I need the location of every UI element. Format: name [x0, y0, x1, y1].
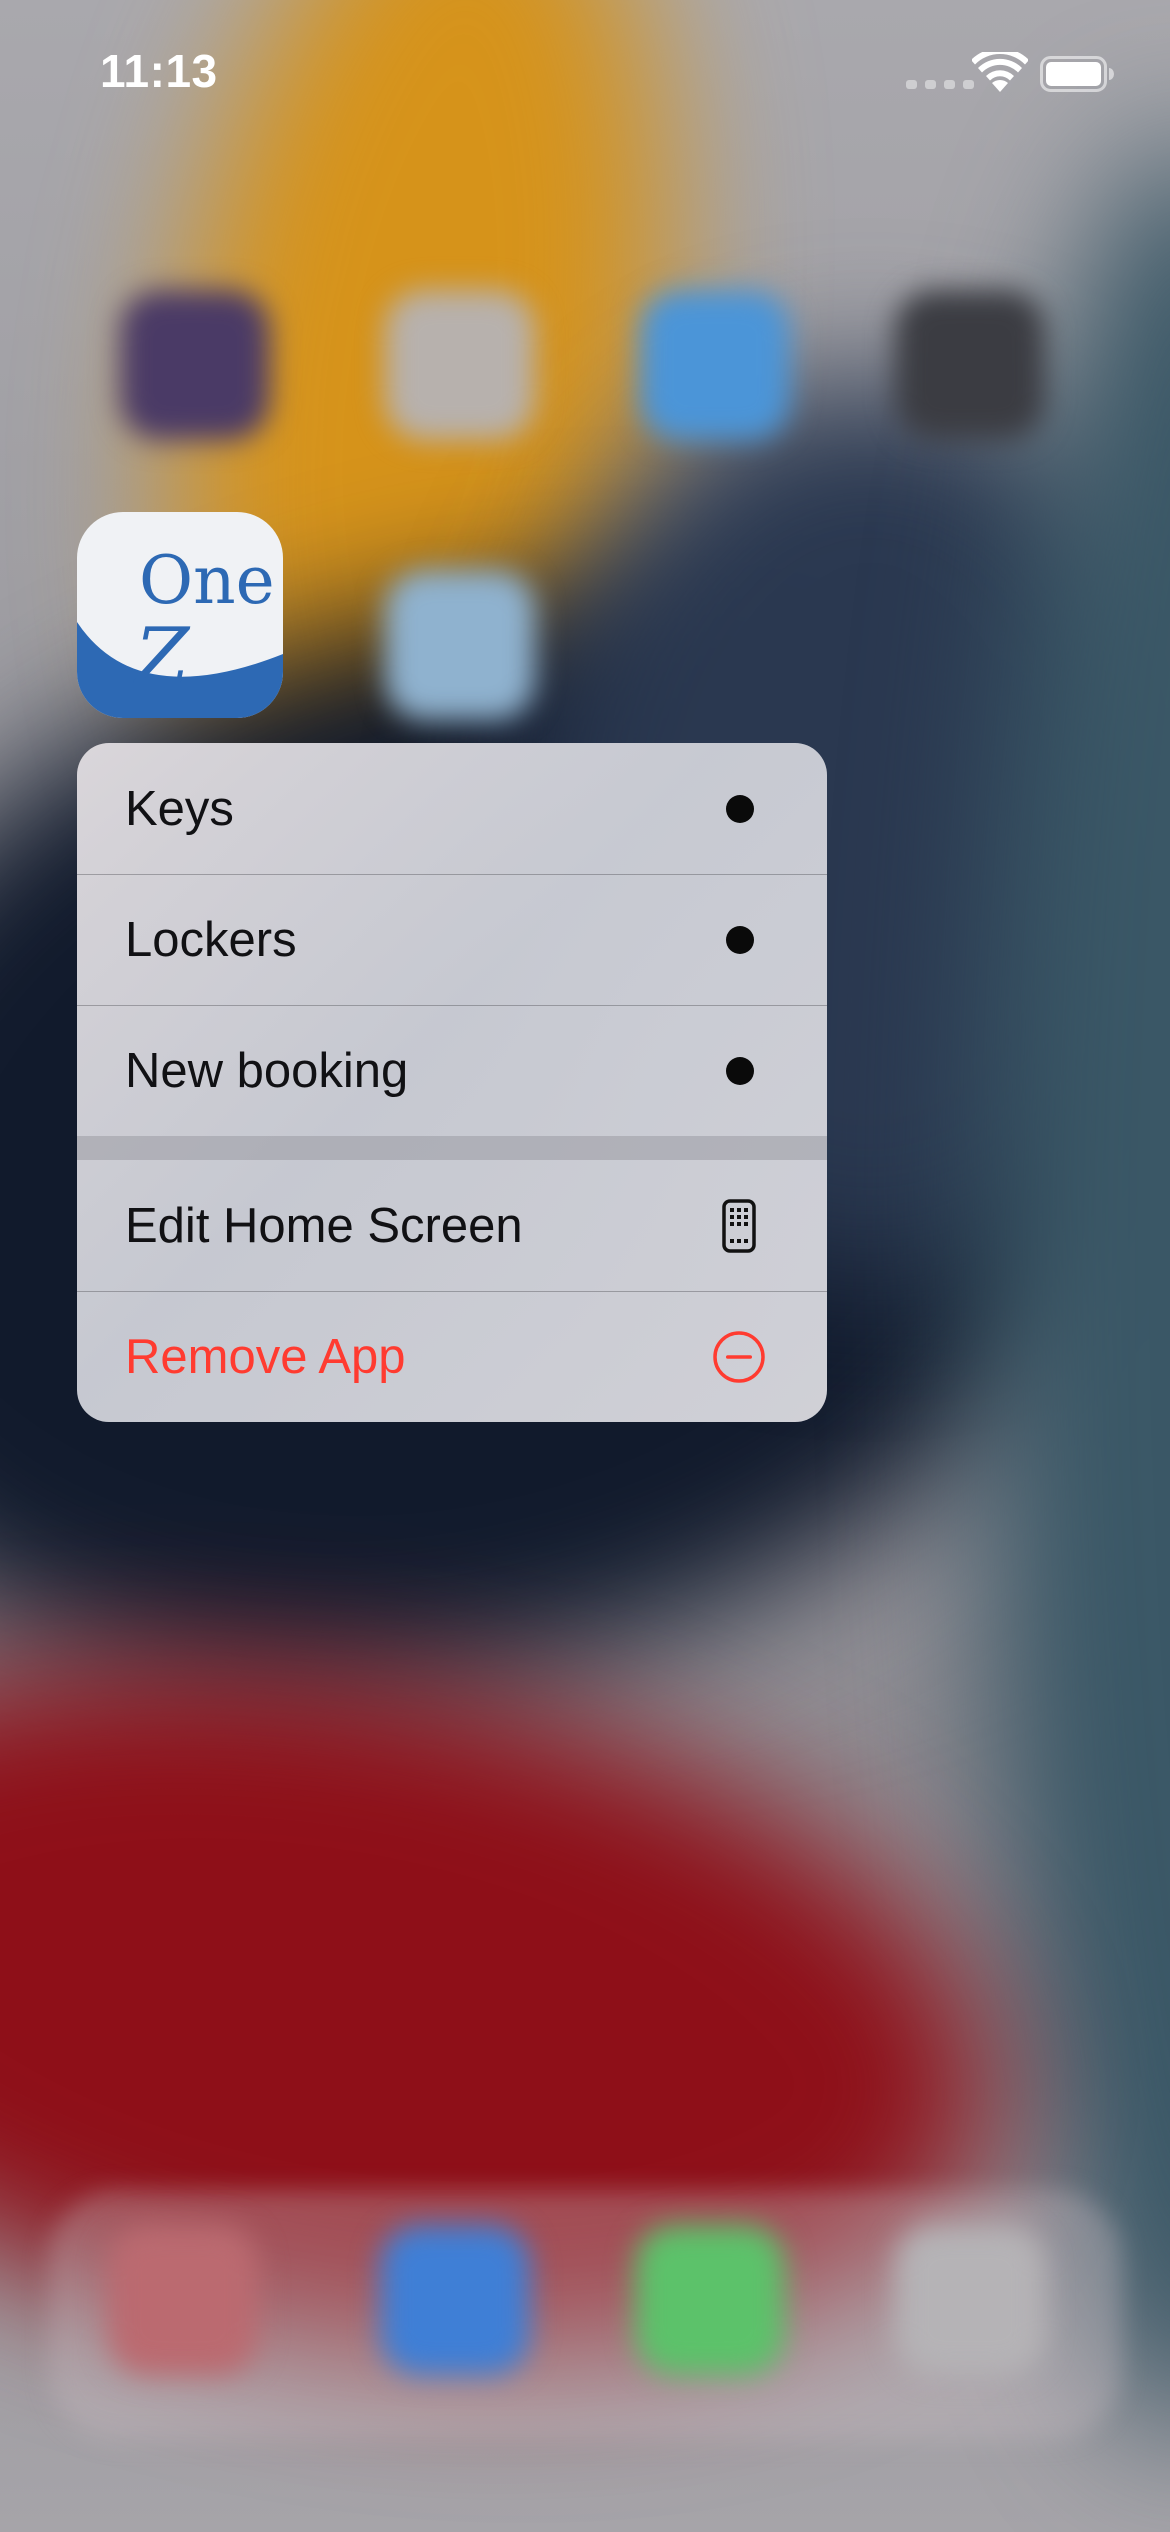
quick-action-label: Remove App: [125, 1330, 406, 1384]
remove-app-button[interactable]: Remove App: [77, 1291, 827, 1422]
onez-app-icon[interactable]: One Z: [77, 512, 283, 718]
blurred-app-icon: [640, 290, 790, 440]
status-time: 11:13: [100, 45, 218, 97]
battery-icon: [1040, 56, 1114, 92]
blurred-dock-icon: [895, 2225, 1045, 2375]
blurred-app-icon: [385, 570, 535, 720]
blurred-app-icon: [120, 290, 270, 440]
blurred-dock-icon: [635, 2225, 785, 2375]
blurred-app-icon: [385, 290, 535, 440]
bullet-dot-icon: [726, 794, 754, 823]
bullet-dot-icon: [726, 1057, 754, 1085]
quick-action-label: Edit Home Screen: [125, 1198, 523, 1253]
quick-action-label: New booking: [125, 1044, 409, 1098]
quick-action-label: Lockers: [125, 913, 297, 967]
phone-grid-icon: [699, 1198, 779, 1253]
section-separator: [77, 1136, 827, 1160]
blurred-dock-icon: [108, 2225, 258, 2375]
bullet-dot-icon: [726, 926, 754, 954]
blurred-dock-icon: [380, 2225, 530, 2375]
quick-action-lockers[interactable]: Lockers: [77, 874, 827, 1005]
blurred-app-icon: [895, 290, 1045, 440]
cellular-signal-icon: [906, 80, 974, 89]
quick-actions-menu: Keys Lockers New booking Edit Home Scree…: [77, 743, 827, 1422]
quick-action-new-booking[interactable]: New booking: [77, 1005, 827, 1136]
quick-action-label: Keys: [125, 781, 234, 836]
app-logo-text: One: [139, 542, 275, 619]
wifi-icon: [972, 52, 1028, 92]
minus-circle-icon: [699, 1330, 779, 1384]
edit-home-screen-button[interactable]: Edit Home Screen: [77, 1160, 827, 1291]
quick-action-keys[interactable]: Keys: [77, 743, 827, 874]
app-logo-letter: Z: [135, 612, 190, 702]
status-bar: 11:13: [0, 0, 1170, 140]
